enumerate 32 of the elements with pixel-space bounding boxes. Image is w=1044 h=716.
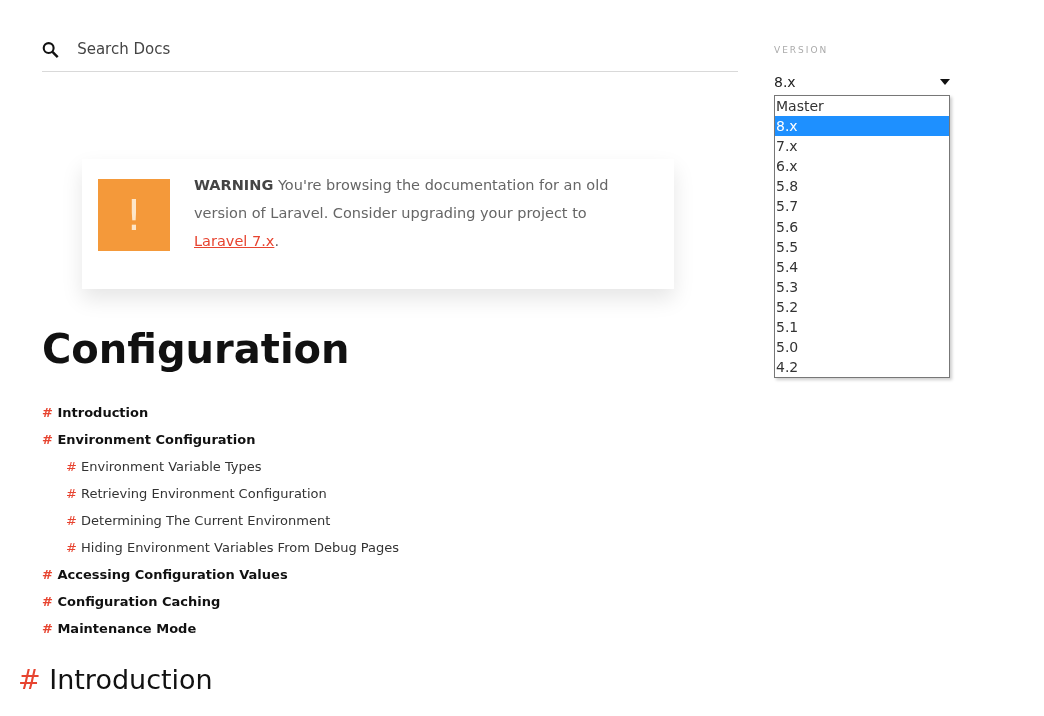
toc-link[interactable]: # Configuration Caching <box>42 588 738 615</box>
toc-link[interactable]: # Maintenance Mode <box>42 615 738 642</box>
toc-link[interactable]: # Environment Configuration <box>42 426 738 453</box>
version-option[interactable]: 5.5 <box>775 236 949 257</box>
version-option[interactable]: 5.2 <box>775 296 949 318</box>
version-option[interactable]: 5.8 <box>775 176 949 197</box>
page-title: Configuration <box>42 325 351 373</box>
version-option[interactable]: 5.6 <box>775 216 949 237</box>
version-option[interactable]: 5.7 <box>775 196 949 217</box>
version-label: VERSION <box>774 44 830 57</box>
warning-icon: ! <box>98 179 170 251</box>
version-select[interactable]: 8.x <box>774 71 950 93</box>
toc-link[interactable]: # Environment Variable Types <box>42 453 738 480</box>
version-option[interactable]: 5.4 <box>775 256 949 277</box>
section-heading: # Introduction <box>18 664 214 697</box>
upgrade-link[interactable]: Laravel 7.x <box>194 233 275 249</box>
toc-link[interactable]: # Introduction <box>42 399 738 426</box>
search-icon <box>42 40 60 59</box>
version-option[interactable]: 4.2 <box>775 357 949 378</box>
version-option[interactable]: 5.3 <box>775 276 949 297</box>
version-option[interactable]: 7.x <box>775 136 949 157</box>
warning-message: WARNING You're browsing the documentation for an old version of Laravel. Consider upgrading your project to Laravel 7.x. <box>194 176 610 251</box>
toc-link[interactable]: # Accessing Configuration Values <box>42 561 738 588</box>
toc-link[interactable]: # Hiding Environment Variables From Debug Pages <box>42 534 738 561</box>
caret-icon <box>940 79 950 85</box>
toc-link[interactable]: # Retrieving Environment Configuration <box>42 480 738 507</box>
version-option[interactable]: 5.1 <box>775 317 949 338</box>
version-option[interactable]: 5.0 <box>775 337 949 358</box>
version-option[interactable]: Master <box>775 96 949 117</box>
version-option[interactable]: 6.x <box>775 156 949 177</box>
search-field[interactable]: Search Docs <box>75 37 738 62</box>
toc-link[interactable]: # Determining The Current Environment <box>42 507 738 534</box>
